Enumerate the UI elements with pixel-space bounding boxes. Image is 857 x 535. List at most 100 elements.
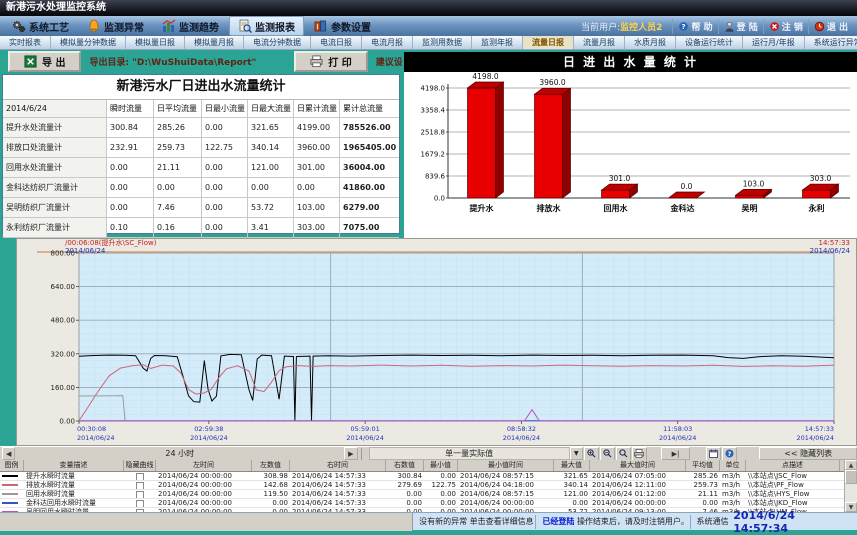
legend-line-swatch [2, 493, 18, 495]
svg-text:103.0: 103.0 [743, 179, 765, 188]
report-row-value: 4199.00 [294, 118, 340, 137]
hide-curve-checkbox[interactable] [136, 500, 144, 507]
svg-text:2518.8: 2518.8 [421, 129, 446, 137]
tab-2[interactable]: 模拟量分钟数据 [51, 36, 126, 49]
tab-4[interactable]: 模拟量月报 [185, 36, 244, 49]
detail-column-header[interactable]: 最小值 [424, 460, 458, 471]
hide-curve-cell [124, 481, 156, 489]
detail-cell-avg: 0.00 [686, 499, 720, 507]
detail-cell-l_val: 142.68 [252, 481, 290, 489]
detail-column-header[interactable]: 单位 [720, 460, 746, 471]
tab-8[interactable]: 监测用数据 [413, 36, 472, 49]
report-row-value: 0.00 [107, 178, 154, 197]
report-row: 金科达纺织厂流量计0.000.000.000.000.0041860.00 [3, 178, 399, 198]
trend-chart[interactable]: 800.00640.00480.00320.00160.000.0000:30:… [17, 239, 856, 445]
settings-icon [314, 19, 328, 33]
report-row-value: 36004.00 [340, 158, 397, 177]
chevron-down-icon[interactable]: ▼ [570, 447, 583, 460]
tab-9[interactable]: 监测年报 [472, 36, 523, 49]
exit-button[interactable]: 退 出 [808, 19, 853, 34]
detail-column-header[interactable]: 隐藏曲线 [124, 460, 156, 471]
value-mode-select[interactable]: 单一量实际值 [369, 447, 570, 460]
help-icon: ? [678, 21, 689, 32]
detail-column-header[interactable]: 变量描述 [24, 460, 124, 471]
tab-11[interactable]: 流量月报 [574, 36, 625, 49]
report-row-value: 21.11 [154, 158, 202, 177]
zoom-out-button[interactable] [600, 447, 615, 461]
report-title: 新港污水厂日进出水流量统计 [3, 75, 399, 100]
svg-text:?: ? [682, 21, 686, 30]
svg-text:吴明: 吴明 [742, 204, 758, 213]
detail-column-header[interactable]: 最小值时间 [458, 460, 554, 471]
menu-item-gears[interactable]: 系统工艺 [4, 17, 77, 35]
print-chart-button[interactable] [632, 447, 647, 461]
menu-item-bell[interactable]: 监测异常 [79, 17, 152, 35]
detail-column-header[interactable]: 右时间 [290, 460, 386, 471]
tab-14[interactable]: 运行月/年报 [743, 36, 805, 49]
detail-column-header[interactable]: 最大值时间 [590, 460, 686, 471]
export-button[interactable]: 导 出 [8, 51, 81, 72]
tab-12[interactable]: 水质月报 [625, 36, 676, 49]
detail-cell-point: \\本站点\JKD_Flow [746, 499, 840, 507]
status-message[interactable]: 没有新的异常 单击查看详细信息 [413, 516, 535, 527]
scroll-right-button[interactable]: ▶ [344, 447, 357, 460]
tab-3[interactable]: 模拟量日报 [126, 36, 185, 49]
hide-list-button[interactable]: << 隐藏列表 [759, 447, 857, 460]
detail-column-header[interactable]: 右数值 [386, 460, 424, 471]
detail-cell-min_time: 2014/06/24 08:57:15 [458, 490, 554, 498]
hide-curve-checkbox[interactable] [136, 473, 144, 480]
calendar-icon[interactable] [706, 447, 721, 461]
print-button[interactable]: 打 印 [294, 51, 367, 72]
detail-column-header[interactable]: 左时间 [156, 460, 252, 471]
detail-cell-l_val: 119.50 [252, 490, 290, 498]
scroll-up-icon[interactable]: ▲ [845, 460, 857, 470]
detail-row[interactable]: 排放水瞬时流量2014/06/24 00:00:00142.682014/06/… [0, 481, 857, 490]
hide-curve-checkbox[interactable] [136, 482, 144, 489]
detail-column-header[interactable]: 左数值 [252, 460, 290, 471]
detail-table-body: 提升水瞬时流量2014/06/24 00:00:00308.982014/06/… [0, 472, 857, 512]
zoom-in-button[interactable] [584, 447, 599, 461]
svg-text:480.00: 480.00 [51, 317, 76, 325]
detail-row[interactable]: 金科达回用水瞬时流量2014/06/24 00:00:000.002014/06… [0, 499, 857, 508]
svg-text:303.0: 303.0 [810, 174, 832, 183]
curve-detail-table: 图例变量描述隐藏曲线左时间左数值右时间右数值最小值最小值时间最大值最大值时间平均… [0, 460, 857, 512]
scrollbar-thumb[interactable] [845, 470, 857, 484]
comm-status: 系统通信 [690, 516, 733, 527]
detail-row[interactable]: 提升水瞬时流量2014/06/24 00:00:00308.982014/06/… [0, 472, 857, 481]
tab-5[interactable]: 电流分钟数据 [244, 36, 311, 49]
detail-row[interactable]: 回用水瞬时流量2014/06/24 00:00:00119.502014/06/… [0, 490, 857, 499]
help-button[interactable]: ?帮 助 [672, 19, 717, 34]
tab-13[interactable]: 设备运行统计 [676, 36, 743, 49]
menu-item-settings[interactable]: 参数设置 [306, 17, 379, 35]
logout-button[interactable]: 注 销 [763, 19, 808, 34]
tab-6[interactable]: 电流日报 [311, 36, 362, 49]
detail-column-header[interactable]: 点描述 [746, 460, 840, 471]
user-button[interactable]: 登 陆 [718, 19, 763, 34]
detail-cell-r_time: 2014/06/24 14:57:33 [290, 499, 386, 507]
help-chart-button[interactable]: ? [722, 447, 737, 461]
scroll-left-button[interactable]: ◀ [2, 447, 15, 460]
detail-cell-min: 0.00 [424, 499, 458, 507]
tab-15[interactable]: 系统运行异常 [805, 36, 857, 49]
bar-chart: 0.0839.61679.22518.83358.44198.04198.0提升… [404, 72, 855, 236]
detail-column-header[interactable]: 平均值 [686, 460, 720, 471]
detail-column-header[interactable]: 图例 [0, 460, 24, 471]
hide-curve-checkbox[interactable] [136, 491, 144, 498]
tab-7[interactable]: 电流月报 [362, 36, 413, 49]
detail-cell-r_time: 2014/06/24 14:57:33 [290, 472, 386, 480]
report-row-value: 1965405.00 [340, 138, 397, 157]
zoom-reset-button[interactable] [616, 447, 631, 461]
tab-1[interactable]: 实时报表 [0, 36, 51, 49]
report-icon [238, 19, 252, 33]
svg-text:排放水: 排放水 [537, 203, 562, 213]
controls-divider [361, 448, 362, 460]
menu-item-report[interactable]: 监测报表 [229, 16, 304, 36]
step-forward-button[interactable]: ▶| [661, 447, 691, 460]
detail-table-scrollbar[interactable]: ▲ ▼ [844, 460, 857, 512]
detail-column-header[interactable]: 最大值 [554, 460, 590, 471]
report-tab-bar: 实时报表模拟量分钟数据模拟量日报模拟量月报电流分钟数据电流日报电流月报监测用数据… [0, 36, 857, 50]
report-row-value: 0.00 [107, 198, 154, 217]
tab-10[interactable]: 流量日报 [523, 36, 574, 49]
menu-item-trend[interactable]: 监测趋势 [154, 17, 227, 35]
svg-text:2014/06/24: 2014/06/24 [659, 434, 696, 442]
